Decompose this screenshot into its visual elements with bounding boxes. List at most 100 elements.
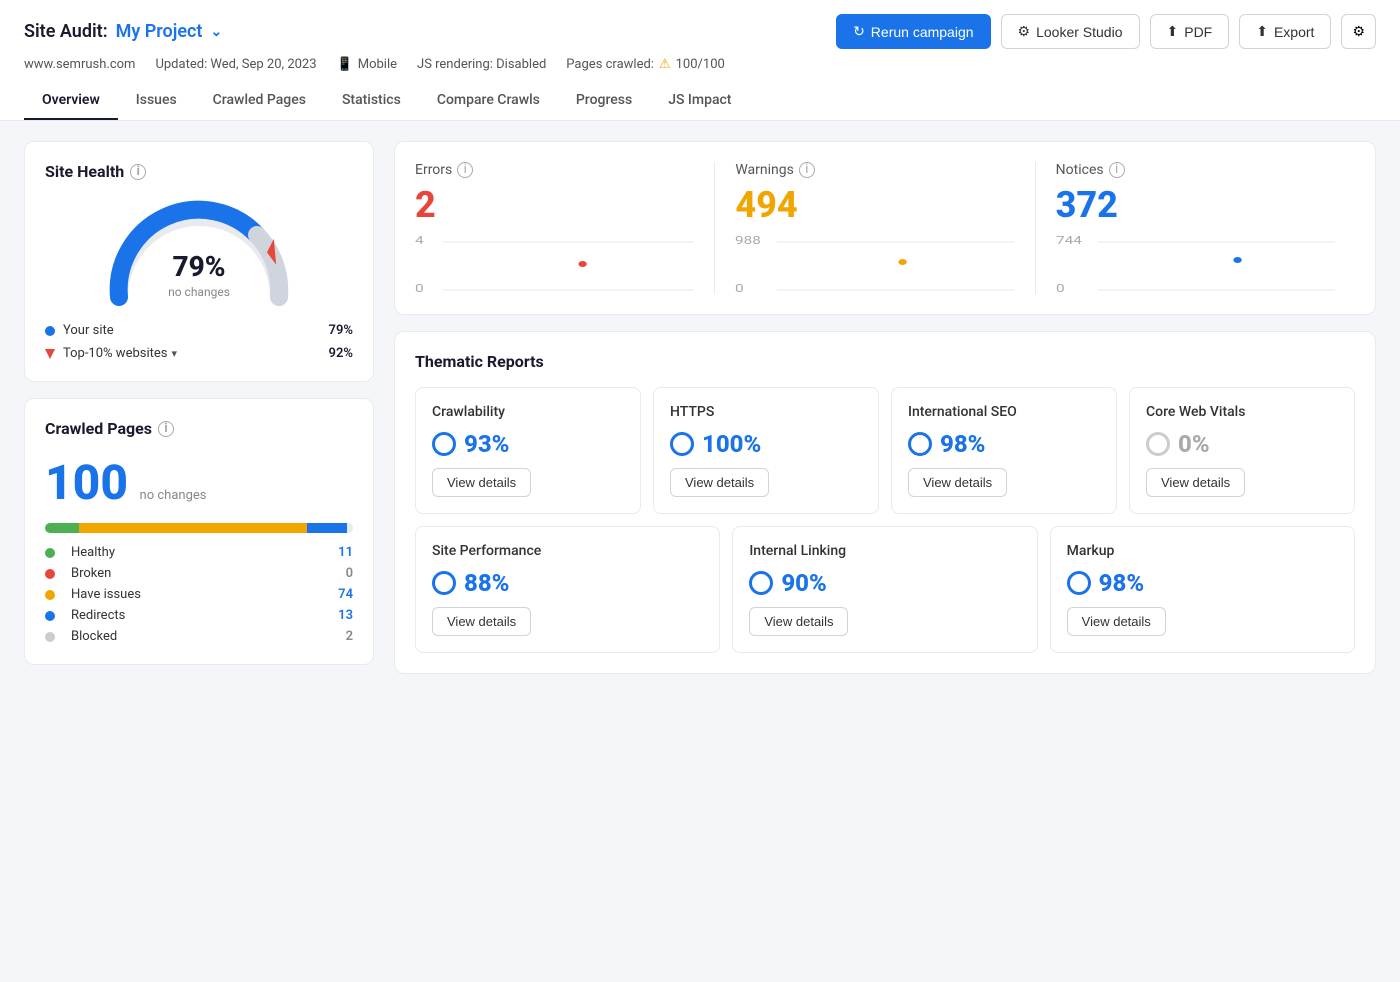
markup-name: Markup bbox=[1067, 543, 1338, 559]
notices-info-icon[interactable]: i bbox=[1109, 162, 1125, 178]
header-meta: www.semrush.com Updated: Wed, Sep 20, 20… bbox=[24, 57, 1376, 72]
thematic-internal-linking: Internal Linking 90% View details bbox=[732, 526, 1037, 653]
pdf-button[interactable]: ⬆ PDF bbox=[1150, 14, 1230, 49]
sidebar: Site Health i 79% no changes bbox=[24, 141, 374, 962]
crawlability-icon bbox=[432, 432, 456, 456]
healthy-dot bbox=[45, 548, 55, 558]
markup-score: 98% bbox=[1067, 569, 1338, 597]
markup-details-button[interactable]: View details bbox=[1067, 607, 1166, 636]
looker-studio-button[interactable]: ⚙ Looker Studio bbox=[1001, 14, 1140, 49]
crawlability-name: Crawlability bbox=[432, 404, 624, 420]
site-audit-label: Site Audit: bbox=[24, 21, 108, 42]
redirects-dot bbox=[45, 611, 55, 621]
page-categories: Healthy 11 Broken 0 Have issues bbox=[45, 545, 353, 644]
https-details-button[interactable]: View details bbox=[670, 468, 769, 497]
redirects-bar bbox=[307, 523, 347, 533]
gauge-percent: 79% bbox=[168, 250, 230, 283]
tab-js-impact[interactable]: JS Impact bbox=[650, 82, 749, 120]
legend-top10: Top-10% websites ▾ 92% bbox=[45, 346, 353, 361]
issues-bar bbox=[79, 523, 307, 533]
tab-overview[interactable]: Overview bbox=[24, 82, 118, 120]
chevron-down-icon[interactable]: ▾ bbox=[171, 347, 177, 360]
https-score: 100% bbox=[670, 430, 862, 458]
warnings-chart: 988 0 bbox=[735, 234, 1014, 294]
rerun-button[interactable]: ↻ Rerun campaign bbox=[836, 14, 990, 49]
your-site-dot bbox=[45, 326, 55, 336]
issues-label: Have issues bbox=[71, 587, 141, 602]
warnings-metric: Warnings i 494 988 0 bbox=[715, 162, 1035, 294]
healthy-bar bbox=[45, 523, 79, 533]
internal-linking-details-button[interactable]: View details bbox=[749, 607, 848, 636]
category-healthy: Healthy 11 bbox=[45, 545, 353, 560]
core-web-vitals-details-button[interactable]: View details bbox=[1146, 468, 1245, 497]
header-title: Site Audit: My Project ⌄ bbox=[24, 21, 222, 42]
warnings-info-icon[interactable]: i bbox=[799, 162, 815, 178]
healthy-label: Healthy bbox=[71, 545, 115, 560]
site-performance-details-button[interactable]: View details bbox=[432, 607, 531, 636]
crawled-pages-card: Crawled Pages i 100 no changes Healt bbox=[24, 398, 374, 665]
errors-info-icon[interactable]: i bbox=[457, 162, 473, 178]
svg-text:0: 0 bbox=[1056, 283, 1065, 294]
errors-chart: 4 0 bbox=[415, 234, 694, 294]
gauge-sub: no changes bbox=[168, 285, 230, 299]
project-name[interactable]: My Project bbox=[116, 21, 203, 42]
tab-progress[interactable]: Progress bbox=[558, 82, 650, 120]
redirects-value: 13 bbox=[338, 608, 353, 623]
core-web-vitals-name: Core Web Vitals bbox=[1146, 404, 1338, 420]
issues-value: 74 bbox=[338, 587, 353, 602]
export-button[interactable]: ⬆ Export bbox=[1239, 14, 1331, 49]
broken-label: Broken bbox=[71, 566, 111, 581]
domain: www.semrush.com bbox=[24, 57, 135, 72]
intl-seo-icon bbox=[908, 432, 932, 456]
warnings-chart-svg: 988 0 bbox=[735, 234, 1014, 294]
crawlability-details-button[interactable]: View details bbox=[432, 468, 531, 497]
export-icon: ⬆ bbox=[1256, 23, 1268, 40]
notices-chart: 744 0 bbox=[1056, 234, 1335, 294]
nav-tabs: Overview Issues Crawled Pages Statistics… bbox=[24, 82, 1376, 120]
site-health-card: Site Health i 79% no changes bbox=[24, 141, 374, 382]
thematic-markup: Markup 98% View details bbox=[1050, 526, 1355, 653]
errors-chart-svg: 4 0 bbox=[415, 234, 694, 294]
thematic-crawlability: Crawlability 93% View details bbox=[415, 387, 641, 514]
category-have-issues: Have issues 74 bbox=[45, 587, 353, 602]
errors-metric: Errors i 2 4 0 bbox=[415, 162, 715, 294]
right-content: Errors i 2 4 0 Warnings bbox=[394, 141, 1376, 962]
thematic-https: HTTPS 100% View details bbox=[653, 387, 879, 514]
gauge-text: 79% no changes bbox=[168, 250, 230, 299]
category-blocked: Blocked 2 bbox=[45, 629, 353, 644]
rerun-icon: ↻ bbox=[853, 23, 865, 40]
broken-dot bbox=[45, 569, 55, 579]
site-health-title: Site Health i bbox=[45, 162, 353, 181]
svg-text:988: 988 bbox=[735, 235, 761, 247]
blocked-bar bbox=[347, 523, 353, 533]
blocked-value: 2 bbox=[346, 629, 353, 644]
warnings-label: Warnings i bbox=[735, 162, 1014, 178]
chevron-down-icon[interactable]: ⌄ bbox=[210, 24, 222, 40]
crawled-pages-info-icon[interactable]: i bbox=[158, 421, 174, 437]
crawled-count-row: 100 no changes bbox=[45, 454, 353, 511]
tab-compare-crawls[interactable]: Compare Crawls bbox=[419, 82, 558, 120]
issues-dot bbox=[45, 590, 55, 600]
thematic-row1: Crawlability 93% View details HTTPS 100%… bbox=[415, 387, 1355, 514]
legend-your-site: Your site 79% bbox=[45, 323, 353, 338]
category-broken: Broken 0 bbox=[45, 566, 353, 581]
thematic-row2: Site Performance 88% View details Intern… bbox=[415, 526, 1355, 653]
intl-seo-details-button[interactable]: View details bbox=[908, 468, 1007, 497]
settings-button[interactable]: ⚙ bbox=[1341, 14, 1376, 49]
notices-label: Notices i bbox=[1056, 162, 1335, 178]
category-redirects: Redirects 13 bbox=[45, 608, 353, 623]
thematic-reports-card: Thematic Reports Crawlability 93% View d… bbox=[394, 331, 1376, 674]
site-performance-score: 88% bbox=[432, 569, 703, 597]
crawlability-score: 93% bbox=[432, 430, 624, 458]
svg-text:744: 744 bbox=[1056, 235, 1082, 247]
gauge-legend: Your site 79% Top-10% websites ▾ 92% bbox=[45, 323, 353, 361]
errors-value: 2 bbox=[415, 184, 694, 226]
tab-statistics[interactable]: Statistics bbox=[324, 82, 419, 120]
tab-issues[interactable]: Issues bbox=[118, 82, 195, 120]
gear-icon: ⚙ bbox=[1352, 23, 1365, 40]
pdf-icon: ⬆ bbox=[1167, 23, 1179, 40]
core-web-vitals-score: 0% bbox=[1146, 430, 1338, 458]
tab-crawled-pages[interactable]: Crawled Pages bbox=[195, 82, 324, 120]
site-health-info-icon[interactable]: i bbox=[130, 164, 146, 180]
main-content: Site Health i 79% no changes bbox=[0, 121, 1400, 982]
